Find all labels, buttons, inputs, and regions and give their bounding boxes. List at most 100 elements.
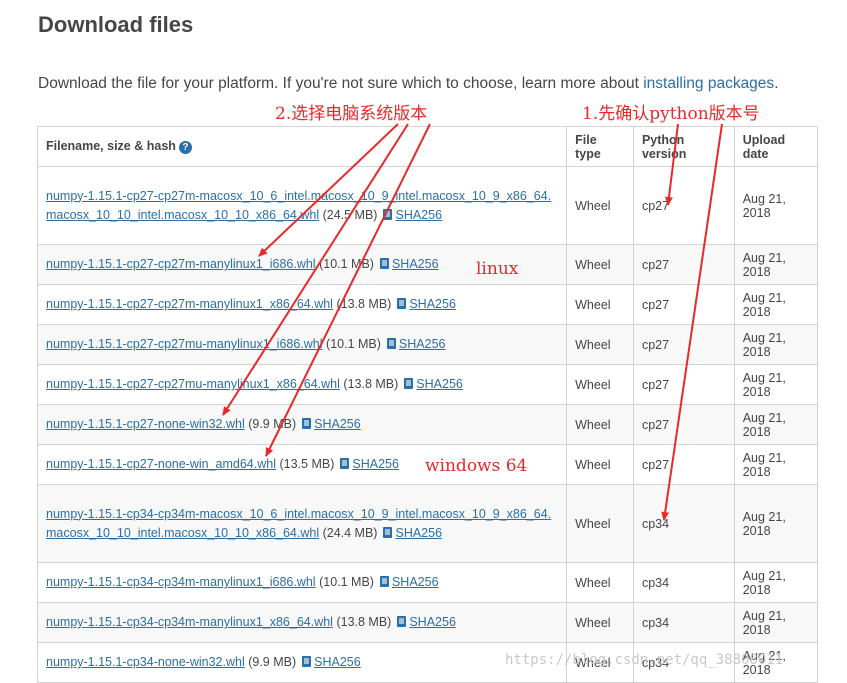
watermark: https://blog.csdn.net/qq_38808011 — [505, 652, 784, 668]
upload-date-cell: Aug 21, 2018 — [733, 364, 819, 405]
file-size: (9.9 MB) — [248, 655, 297, 669]
file-type-cell: Wheel — [566, 404, 634, 445]
file-link[interactable]: numpy-1.15.1-cp27-cp27mu-manylinux1_i686… — [46, 337, 323, 351]
annotation-select-system: 2.选择电脑系统版本 — [275, 104, 428, 124]
file-type-cell: Wheel — [566, 244, 634, 285]
table-row: numpy-1.15.1-cp27-cp27m-manylinux1_i686.… — [36, 244, 819, 285]
sha256-link[interactable]: SHA256 — [391, 615, 456, 629]
upload-date-cell: Aug 21, 2018 — [733, 244, 819, 285]
intro-sentence: Download the file for your platform. If … — [38, 75, 644, 92]
file-cell: numpy-1.15.1-cp27-cp27m-manylinux1_x86_6… — [36, 284, 568, 325]
file-link[interactable]: numpy-1.15.1-cp27-cp27mu-manylinux1_x86_… — [46, 377, 340, 391]
upload-date-cell: Aug 21, 2018 — [733, 444, 819, 485]
file-size: (13.5 MB) — [279, 457, 335, 471]
document-icon — [379, 576, 389, 587]
upload-date-cell: Aug 21, 2018 — [733, 284, 819, 325]
file-link[interactable]: numpy-1.15.1-cp27-cp27m-manylinux1_x86_6… — [46, 297, 333, 311]
file-size: (10.1 MB) — [319, 575, 374, 589]
page-title: Download files — [38, 12, 194, 37]
table-row: numpy-1.15.1-cp27-cp27mu-manylinux1_x86_… — [36, 364, 819, 405]
table-row: numpy-1.15.1-cp27-cp27m-macosx_10_6_inte… — [36, 166, 819, 245]
python-version-cell: cp34 — [632, 484, 735, 563]
python-version-cell: cp27 — [632, 284, 735, 325]
document-icon — [383, 208, 393, 220]
python-version-cell: cp27 — [632, 324, 735, 365]
document-icon — [302, 656, 312, 667]
sha256-link[interactable]: SHA256 — [374, 257, 439, 271]
help-icon[interactable]: ? — [178, 141, 192, 154]
file-cell: numpy-1.15.1-cp27-cp27mu-manylinux1_x86_… — [36, 364, 568, 405]
sha256-link[interactable]: SHA256 — [377, 208, 442, 222]
file-link[interactable]: numpy-1.15.1-cp27-cp27m-macosx_10_6_inte… — [46, 189, 551, 222]
sha256-label: SHA256 — [409, 297, 456, 311]
file-type-cell: Wheel — [566, 364, 634, 405]
sha256-label: SHA256 — [409, 615, 456, 629]
document-icon — [379, 258, 389, 269]
header-file-type: File type — [566, 126, 634, 167]
file-type-cell: Wheel — [566, 324, 634, 365]
file-link[interactable]: numpy-1.15.1-cp34-cp34m-manylinux1_x86_6… — [46, 615, 333, 629]
file-cell: numpy-1.15.1-cp34-cp34m-manylinux1_i686.… — [36, 562, 568, 603]
sha256-label: SHA256 — [352, 457, 399, 471]
header-filename-label: Filename, size & hash — [46, 139, 176, 153]
file-size: (10.1 MB) — [326, 337, 381, 351]
sha256-label: SHA256 — [314, 417, 361, 431]
header-filename: Filename, size & hash? — [36, 126, 568, 167]
sha256-link[interactable]: SHA256 — [391, 297, 456, 311]
table-header-row: Filename, size & hash? File type Python … — [36, 126, 819, 167]
sha256-link[interactable]: SHA256 — [374, 575, 439, 589]
file-link[interactable]: numpy-1.15.1-cp27-cp27m-manylinux1_i686.… — [46, 257, 316, 271]
file-type-cell: Wheel — [566, 562, 634, 603]
sha256-label: SHA256 — [395, 525, 443, 540]
installing-packages-link[interactable]: installing packages — [643, 75, 774, 92]
file-link[interactable]: numpy-1.15.1-cp27-none-win_amd64.whl — [46, 457, 276, 471]
file-link[interactable]: numpy-1.15.1-cp34-cp34m-manylinux1_i686.… — [46, 575, 316, 589]
annotation-windows-64: windows 64 — [425, 456, 528, 476]
python-version-cell: cp27 — [632, 244, 735, 285]
upload-date-cell: Aug 21, 2018 — [733, 602, 819, 643]
upload-date-cell: Aug 21, 2018 — [733, 166, 819, 245]
sha256-link[interactable]: SHA256 — [381, 337, 446, 351]
sha256-link[interactable]: SHA256 — [398, 377, 463, 391]
file-size: (24.5 MB) — [322, 207, 378, 222]
file-type-cell: Wheel — [566, 602, 634, 643]
document-icon — [397, 616, 407, 627]
table-row: numpy-1.15.1-cp27-none-win32.whl (9.9 MB… — [36, 404, 819, 445]
download-files-table: Filename, size & hash? File type Python … — [36, 126, 819, 683]
upload-date-cell: Aug 21, 2018 — [733, 562, 819, 603]
file-type-cell: Wheel — [566, 284, 634, 325]
file-size: (13.8 MB) — [336, 615, 392, 629]
upload-date-cell: Aug 21, 2018 — [733, 404, 819, 445]
sha256-link[interactable]: SHA256 — [334, 457, 399, 471]
file-link[interactable]: numpy-1.15.1-cp34-cp34m-macosx_10_6_inte… — [46, 507, 551, 540]
file-cell: numpy-1.15.1-cp34-cp34m-manylinux1_x86_6… — [36, 602, 568, 643]
intro-end: . — [774, 75, 779, 92]
sha256-link[interactable]: SHA256 — [296, 417, 361, 431]
annotation-linux: linux — [476, 259, 519, 279]
file-link[interactable]: numpy-1.15.1-cp34-none-win32.whl — [46, 655, 245, 669]
sha256-link[interactable]: SHA256 — [377, 526, 442, 540]
file-size: (24.4 MB) — [322, 525, 378, 540]
sha256-link[interactable]: SHA256 — [296, 655, 361, 669]
file-type-cell: Wheel — [566, 166, 634, 245]
sha256-label: SHA256 — [391, 257, 439, 271]
document-icon — [340, 458, 350, 469]
document-icon — [386, 338, 396, 349]
file-size: (13.8 MB) — [336, 297, 392, 311]
sha256-label: SHA256 — [314, 655, 361, 669]
document-icon — [397, 298, 407, 309]
sha256-label: SHA256 — [398, 337, 446, 351]
document-icon — [383, 526, 393, 538]
file-cell: numpy-1.15.1-cp27-cp27mu-manylinux1_i686… — [36, 324, 568, 365]
file-cell: numpy-1.15.1-cp34-none-win32.whl (9.9 MB… — [36, 642, 568, 683]
table-row: numpy-1.15.1-cp27-cp27mu-manylinux1_i686… — [36, 324, 819, 365]
document-icon — [302, 418, 312, 429]
python-version-cell: cp34 — [632, 602, 735, 643]
file-link[interactable]: numpy-1.15.1-cp27-none-win32.whl — [46, 417, 245, 431]
file-type-cell: Wheel — [566, 484, 634, 563]
header-python-version: Python version — [632, 126, 735, 167]
sha256-label: SHA256 — [395, 207, 443, 222]
sha256-label: SHA256 — [391, 575, 439, 589]
file-size: (9.9 MB) — [248, 417, 297, 431]
table-row: numpy-1.15.1-cp34-cp34m-macosx_10_6_inte… — [36, 484, 819, 563]
